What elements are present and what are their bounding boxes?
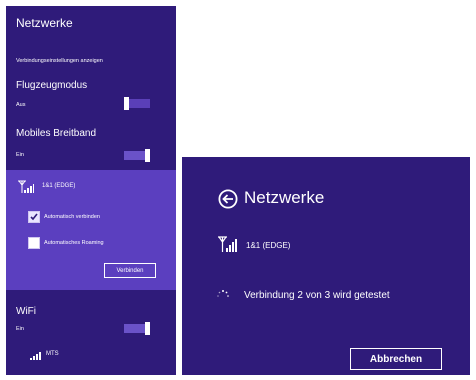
wifi-label: WiFi [16, 306, 36, 317]
toggle-knob [145, 149, 150, 162]
checkbox-check-icon [30, 213, 38, 221]
wifi-network-name: MTS [46, 351, 59, 357]
mobile-broadband-state: Ein [16, 152, 24, 158]
signal-bars-icon [218, 236, 237, 252]
cancel-button[interactable]: Abbrechen [350, 348, 442, 370]
page-title: Netzwerke [16, 16, 73, 30]
show-connection-settings-link[interactable]: Verbindungseinstellungen anzeigen [16, 58, 103, 64]
network-flyout-left: Netzwerke Verbindungseinstellungen anzei… [6, 6, 176, 375]
network-name: 1&1 (EDGE) [42, 183, 76, 189]
network-name: 1&1 (EDGE) [246, 241, 291, 250]
connect-button[interactable]: Verbinden [104, 263, 156, 278]
signal-bars-icon [30, 352, 41, 360]
page-title: Netzwerke [244, 188, 325, 207]
spinner-icon [217, 290, 229, 297]
auto-connect-label: Automatisch verbinden [44, 214, 100, 220]
wifi-toggle[interactable] [124, 322, 150, 335]
connection-status: Verbindung 2 von 3 wird getestet [244, 290, 390, 301]
airplane-mode-state: Aus [16, 102, 26, 108]
back-arrow-icon[interactable] [218, 189, 238, 209]
mobile-broadband-label: Mobiles Breitband [16, 128, 97, 139]
airplane-mode-toggle[interactable] [124, 97, 150, 110]
network-flyout-right: Netzwerke 1&1 (EDGE) Verbindung 2 von 3 … [182, 157, 470, 375]
mobile-broadband-toggle[interactable] [124, 149, 150, 162]
auto-roaming-checkbox[interactable] [28, 237, 40, 249]
signal-bars-icon [18, 180, 34, 193]
airplane-mode-label: Flugzeugmodus [16, 80, 88, 91]
auto-connect-checkbox[interactable] [28, 211, 40, 223]
network-item-selected[interactable]: 1&1 (EDGE) Automatisch verbinden Automat… [6, 170, 176, 290]
auto-roaming-label: Automatisches Roaming [44, 240, 104, 246]
toggle-knob [124, 97, 129, 110]
toggle-knob [145, 322, 150, 335]
wifi-state: Ein [16, 326, 24, 332]
